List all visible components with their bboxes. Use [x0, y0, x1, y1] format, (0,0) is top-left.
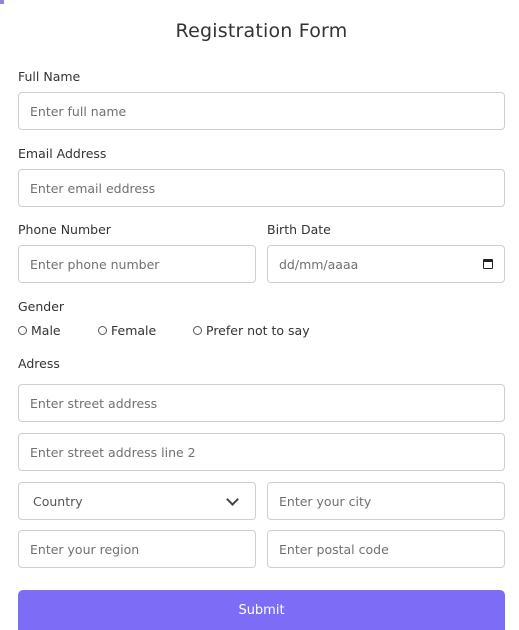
birth-date-placeholder: dd/mm/aaaa	[279, 256, 359, 272]
country-select[interactable]: Country	[18, 482, 256, 520]
corner-accent	[0, 0, 4, 4]
street-address-input[interactable]	[18, 384, 505, 422]
form-title: Registration Form	[175, 20, 348, 42]
gender-option-prefer-not-to-say[interactable]: Prefer not to say	[193, 323, 310, 338]
phone-label: Phone Number	[18, 222, 111, 237]
calendar-icon[interactable]	[483, 259, 493, 269]
birth-date-label: Birth Date	[267, 222, 331, 237]
gender-option-label: Prefer not to say	[206, 323, 310, 338]
radio-button[interactable]	[18, 326, 27, 335]
gender-option-female[interactable]: Female	[98, 323, 193, 338]
email-input[interactable]	[18, 169, 505, 207]
gender-label: Gender	[18, 299, 65, 314]
submit-button[interactable]: Submit	[18, 590, 505, 630]
gender-option-male[interactable]: Male	[18, 323, 98, 338]
phone-input[interactable]	[18, 245, 256, 283]
radio-button[interactable]	[193, 326, 202, 335]
gender-option-label: Male	[31, 323, 61, 338]
birth-date-input[interactable]: dd/mm/aaaa	[267, 245, 505, 283]
chevron-down-icon	[226, 492, 239, 506]
country-select-value: Country	[33, 493, 83, 509]
radio-button[interactable]	[98, 326, 107, 335]
street-address-line2-input[interactable]	[18, 433, 505, 471]
postal-code-input[interactable]	[267, 530, 505, 568]
region-input[interactable]	[18, 530, 256, 568]
gender-radio-group: Male Female Prefer not to say	[18, 323, 310, 338]
email-label: Email Address	[18, 146, 107, 161]
gender-option-label: Female	[111, 323, 157, 338]
full-name-input[interactable]	[18, 92, 505, 130]
full-name-label: Full Name	[18, 69, 81, 84]
city-input[interactable]	[267, 482, 505, 520]
address-label: Adress	[18, 356, 60, 371]
